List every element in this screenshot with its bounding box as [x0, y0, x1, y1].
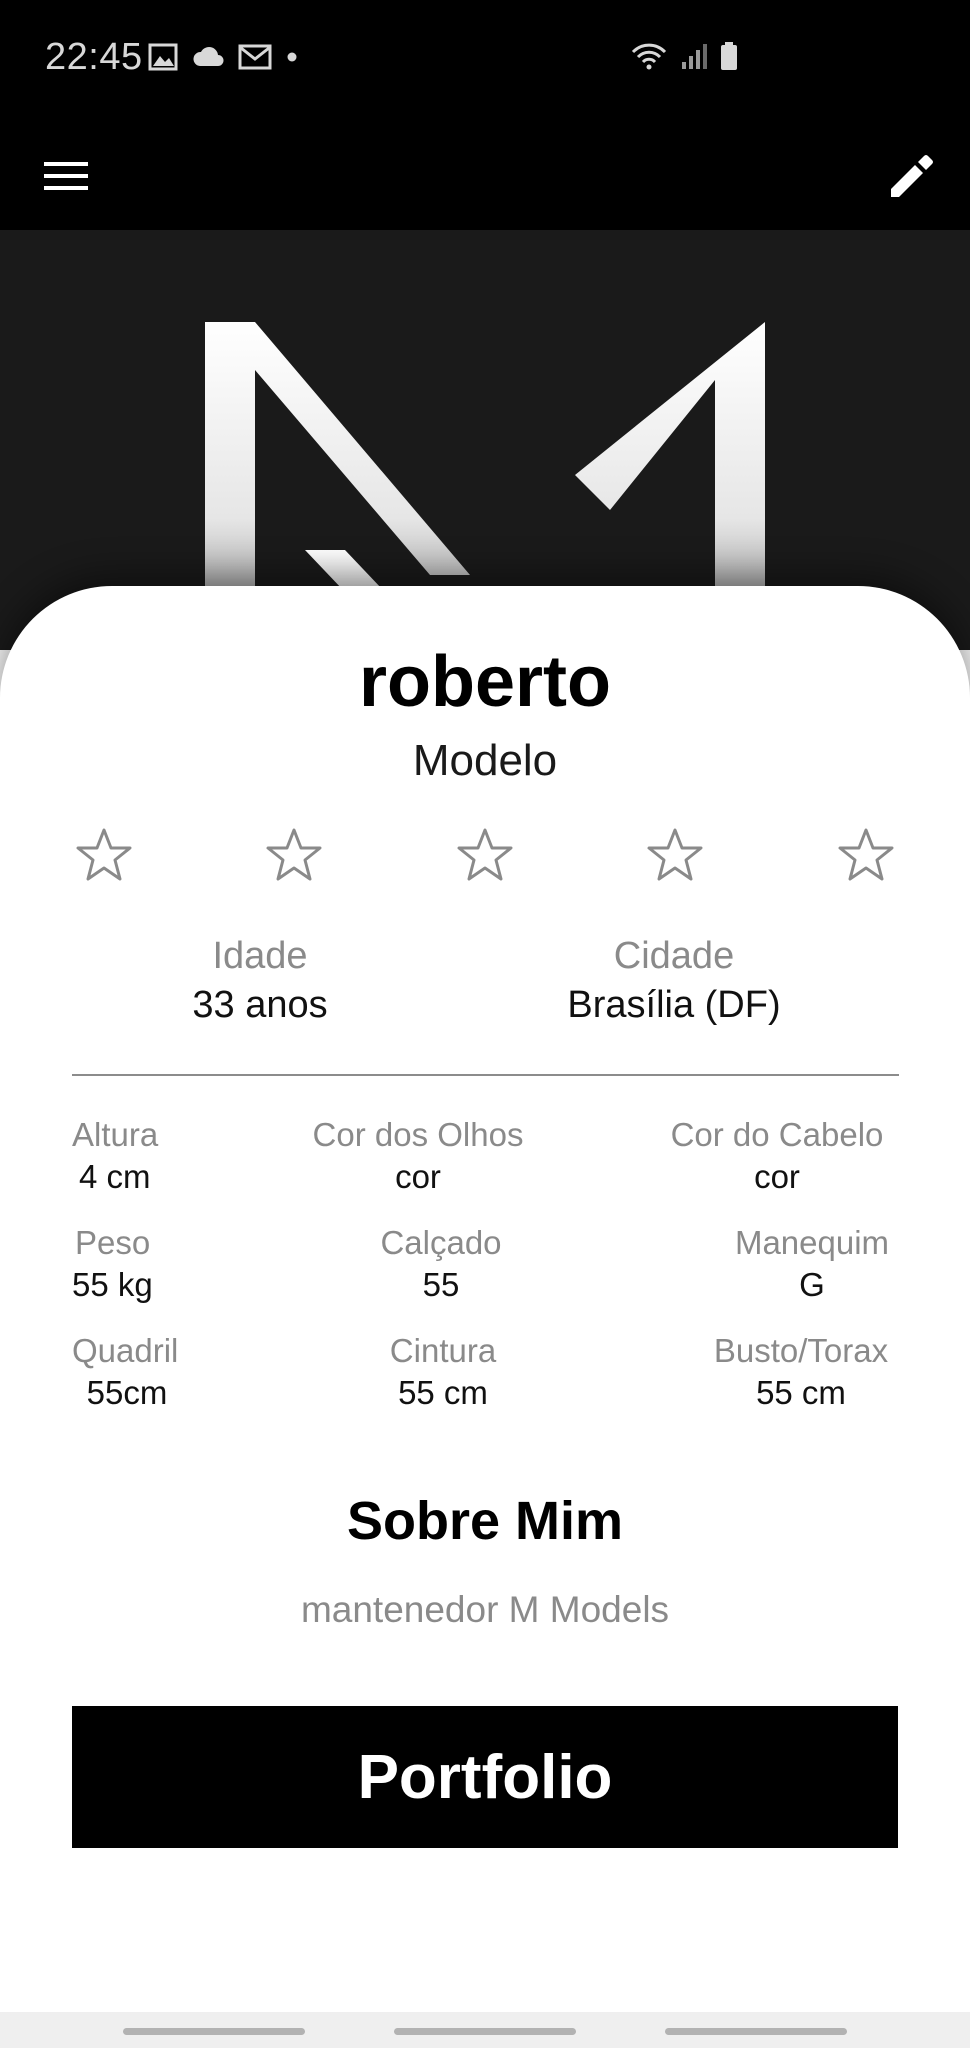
rating-stars[interactable] — [0, 822, 970, 902]
attr-value: 55 cm — [756, 1374, 846, 1411]
system-nav-bar — [0, 2012, 970, 2048]
star-icon[interactable] — [452, 822, 518, 888]
battery-icon — [720, 41, 738, 76]
city-value: Brasília (DF) — [567, 984, 781, 1026]
portfolio-button[interactable]: Portfolio — [72, 1706, 898, 1848]
about-title: Sobre Mim — [346, 1491, 624, 1551]
age-value: 33 anos — [192, 984, 328, 1026]
image-icon — [148, 43, 178, 76]
notification-icons — [148, 42, 298, 76]
menu-icon — [44, 159, 88, 198]
star-icon[interactable] — [261, 822, 327, 888]
age-label: Idade — [212, 935, 308, 977]
nav-back-pill[interactable] — [665, 2028, 847, 2035]
bust-attr: Busto/Torax 55 cm — [690, 1330, 912, 1414]
nav-recents-pill[interactable] — [123, 2028, 305, 2035]
edit-button[interactable] — [876, 142, 948, 214]
attr-label: Busto/Torax — [713, 1332, 889, 1369]
attr-label: Cor dos Olhos — [312, 1116, 524, 1153]
wifi-icon — [630, 41, 668, 76]
profile-role: Modelo — [412, 736, 558, 785]
app-bar — [0, 118, 970, 230]
divider — [72, 1074, 899, 1076]
menu-button[interactable] — [30, 142, 102, 214]
attr-value: G — [799, 1266, 825, 1303]
about-text: mantenedor M Models — [300, 1589, 670, 1630]
profile-card: roberto Modelo Idade 33 anos Cidade Bras… — [0, 586, 970, 2012]
attr-label: Cintura — [389, 1332, 497, 1369]
weight-attr: Peso 55 kg — [72, 1222, 332, 1306]
status-time: 22:45 — [45, 36, 143, 78]
age-info: Idade 33 anos — [80, 932, 440, 1030]
edit-icon — [889, 153, 935, 204]
cloud-icon — [192, 46, 224, 73]
city-label: Cidade — [613, 935, 735, 977]
hip-attr: Quadril 55cm — [54, 1330, 200, 1414]
attr-value: cor — [754, 1158, 800, 1195]
shoe-size-attr: Calçado 55 — [311, 1222, 571, 1306]
attr-value: 55cm — [86, 1374, 168, 1411]
attr-value: cor — [395, 1158, 441, 1195]
attr-value: 55 cm — [398, 1374, 488, 1411]
profile-name: roberto — [359, 642, 611, 722]
system-icons — [630, 40, 738, 76]
attr-label: Peso — [75, 1224, 151, 1261]
attr-value: 55 kg — [72, 1266, 153, 1303]
attr-label: Cor do Cabelo — [670, 1116, 884, 1153]
attr-label: Quadril — [72, 1332, 179, 1369]
eye-color-attr: Cor dos Olhos cor — [288, 1114, 548, 1198]
dot-icon — [286, 50, 298, 68]
nav-home-pill[interactable] — [394, 2028, 576, 2035]
attr-label: Calçado — [380, 1224, 502, 1261]
mannequin-attr: Manequim G — [712, 1222, 912, 1306]
mail-icon — [238, 43, 272, 76]
waist-attr: Cintura 55 cm — [313, 1330, 573, 1414]
signal-icon — [680, 42, 708, 75]
city-info: Cidade Brasília (DF) — [494, 932, 854, 1030]
attr-label: Manequim — [734, 1224, 890, 1261]
attr-value: 55 — [422, 1266, 460, 1303]
status-bar: 22:45 — [0, 0, 970, 118]
star-icon[interactable] — [71, 822, 137, 888]
star-icon[interactable] — [642, 822, 708, 888]
star-icon[interactable] — [833, 822, 899, 888]
hair-color-attr: Cor do Cabelo cor — [656, 1114, 898, 1198]
